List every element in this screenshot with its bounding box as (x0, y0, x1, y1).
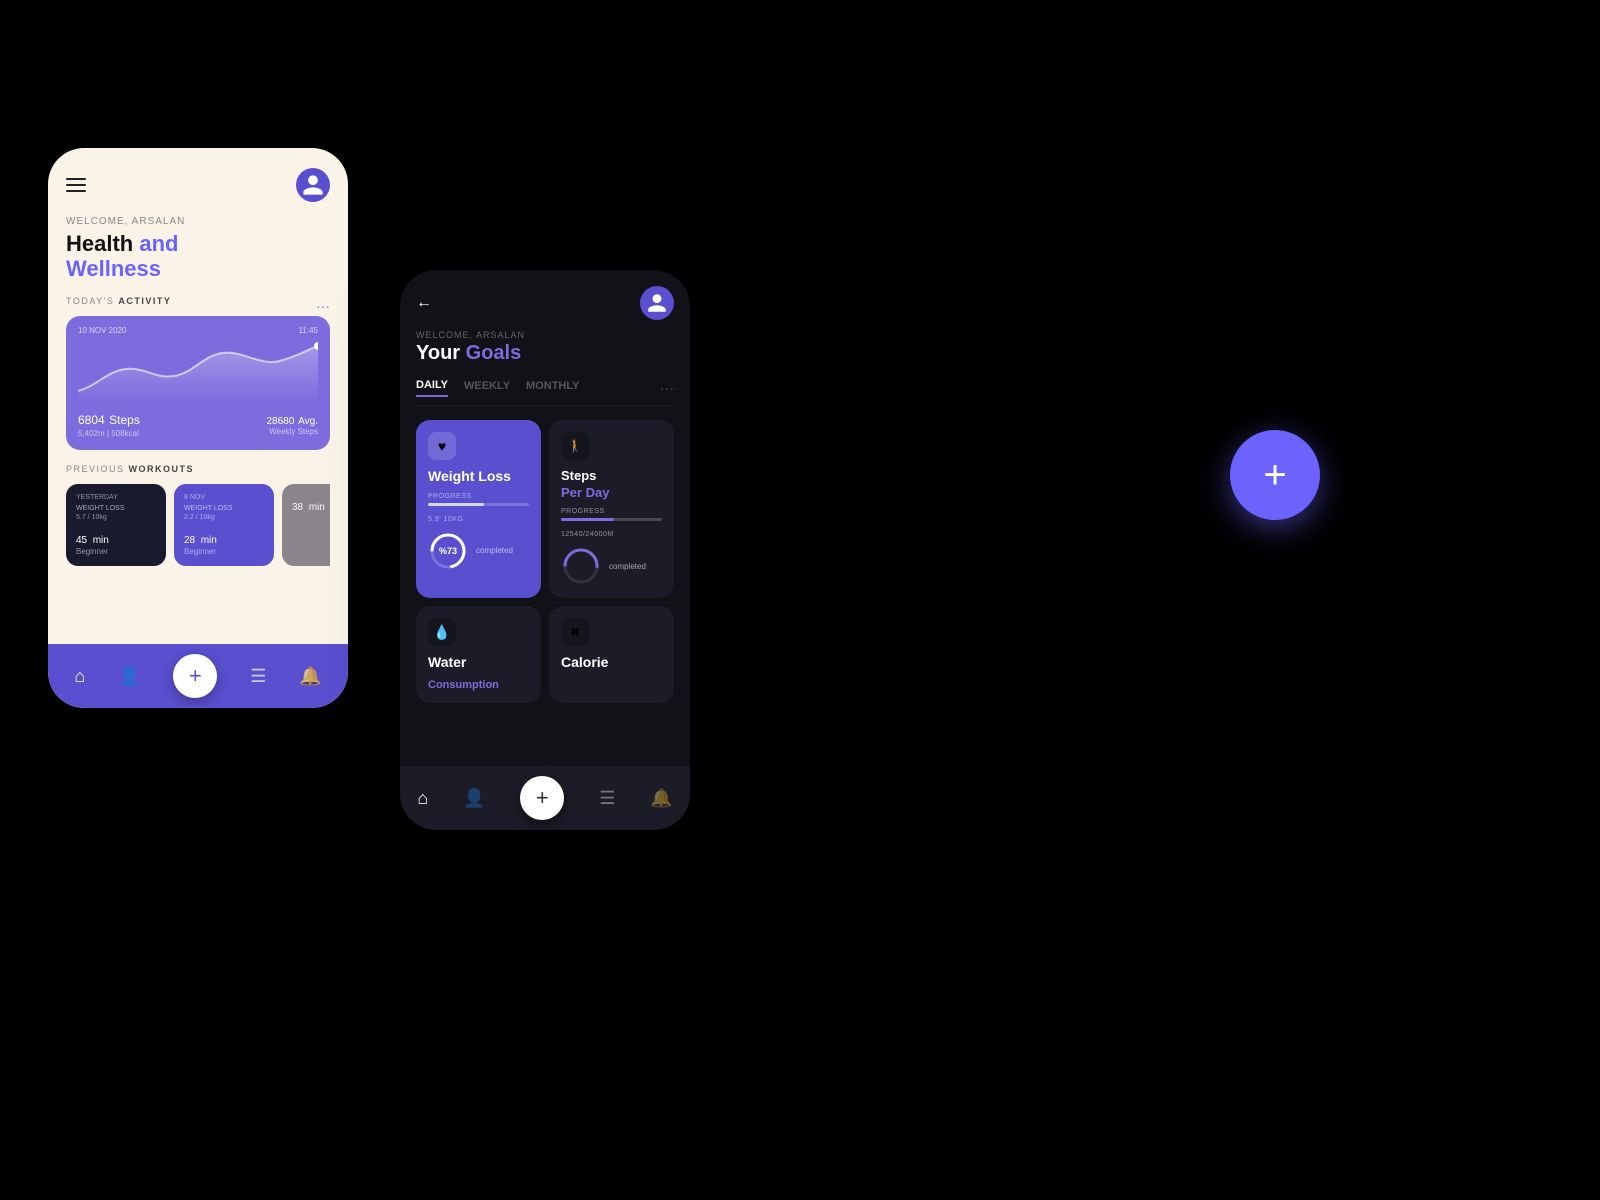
goal1-circle-container: %73 completed (428, 531, 529, 571)
workouts-label: PREVIOUS WORKOUTS (66, 464, 330, 474)
dark-headline: Your Goals (416, 342, 674, 365)
phone-light: WELCOME, ARSALAN Health and Wellness TOD… (48, 148, 348, 708)
steps-count: 6804 Steps (78, 411, 140, 429)
bottom-nav-light: ⌂ 👤 + ☰ 🔔 (48, 644, 348, 708)
goals-grid: ♥ Weight Loss PROGRESS 5,9' 10kg %73 com… (416, 420, 674, 703)
goal4-title: Calorie (561, 654, 662, 671)
goal-card-weight-loss[interactable]: ♥ Weight Loss PROGRESS 5,9' 10kg %73 com… (416, 420, 541, 598)
welcome-text: WELCOME, ARSALAN (66, 216, 330, 227)
activity-header: TODAY'S ACTIVITY ··· (66, 296, 330, 316)
goal3-title: Water (428, 654, 529, 671)
goal2-circle (561, 546, 601, 586)
dark-nav-home-icon[interactable]: ⌂ (417, 788, 428, 809)
workout-card-2[interactable]: 8 NOV WEIGHT LOSS 2.2 / 10kg 28 min Begi… (174, 484, 274, 566)
phone-dark: ← WELCOME, ARSALAN Your Goals DAILY WEEK… (400, 270, 690, 830)
workout-card-1[interactable]: YESTERDAY WEIGHT LOSS 5.7 / 10kg 45 min … (66, 484, 166, 566)
avg-count: 28680 Avg. (266, 411, 318, 427)
tab-daily[interactable]: DAILY (416, 379, 448, 397)
goal2-circle-container: completed (561, 546, 662, 586)
chart-area (78, 341, 318, 401)
back-arrow-icon[interactable]: ← (416, 294, 432, 312)
activity-dots-menu[interactable]: ··· (316, 298, 330, 314)
dark-welcome: WELCOME, ARSALAN (416, 330, 674, 340)
goal-card-water[interactable]: 💧 Water Consumption (416, 606, 541, 703)
tab-monthly[interactable]: MONTHLY (526, 380, 579, 396)
activity-chart-card: 10 NOV 2020 11:45 6804 Steps (66, 316, 330, 450)
goal1-title: Weight Loss (428, 468, 529, 485)
dark-avatar[interactable] (640, 286, 674, 320)
goal-card-calorie[interactable]: ✖ Calorie (549, 606, 674, 703)
goal2-title: Steps (561, 468, 662, 483)
headline: Health and Wellness (66, 231, 330, 282)
nav-bell-icon[interactable]: 🔔 (299, 666, 321, 687)
avatar[interactable] (296, 168, 330, 202)
water-icon: 💧 (428, 618, 456, 646)
light-top-bar (66, 168, 330, 202)
tab-weekly[interactable]: WEEKLY (464, 380, 510, 396)
dark-bottom-nav: ⌂ 👤 + ☰ 🔔 (400, 766, 690, 830)
add-button-dark[interactable]: + (520, 776, 564, 820)
goal-card-steps[interactable]: 🚶 Steps Per Day PROGRESS 12540/24000m co… (549, 420, 674, 598)
dark-nav-person-icon[interactable]: 👤 (463, 788, 485, 809)
workout-card-3[interactable]: 38 min (282, 484, 330, 566)
workout-cards: YESTERDAY WEIGHT LOSS 5.7 / 10kg 45 min … (66, 484, 330, 566)
calorie-icon: ✖ (561, 618, 589, 646)
dark-nav-clipboard-icon[interactable]: ☰ (599, 788, 615, 809)
heart-icon: ♥ (428, 432, 456, 460)
chart-stats: 6804 Steps 5,402m | 508kcal 28680 Avg. W… (78, 411, 318, 438)
activity-label: TODAY'S ACTIVITY (66, 296, 171, 306)
add-button-light[interactable]: + (173, 654, 217, 698)
chart-meta: 10 NOV 2020 11:45 (78, 326, 318, 335)
walk-icon: 🚶 (561, 432, 589, 460)
nav-clipboard-icon[interactable]: ☰ (250, 666, 266, 687)
nav-person-icon[interactable]: 👤 (118, 666, 140, 687)
avg-sub: Weekly Steps (266, 427, 318, 436)
tabs: DAILY WEEKLY MONTHLY ··· (416, 379, 674, 406)
goal3-subtitle: Consumption (428, 679, 529, 691)
tab-dots-menu[interactable]: ··· (660, 380, 674, 396)
goal2-subtitle: Per Day (561, 485, 662, 500)
steps-sub: 5,402m | 508kcal (78, 429, 140, 438)
hamburger-menu[interactable] (66, 178, 86, 192)
goal1-circle: %73 (428, 531, 468, 571)
goal2-progress-fill (561, 518, 614, 521)
dark-nav-bell-icon[interactable]: 🔔 (650, 788, 672, 809)
nav-home-icon[interactable]: ⌂ (74, 666, 85, 687)
fab-add-button[interactable]: + (1230, 430, 1320, 520)
goal1-progress-bar (428, 503, 529, 506)
goal1-progress-fill (428, 503, 484, 506)
dark-top-bar: ← (416, 286, 674, 320)
goal2-progress-bar (561, 518, 662, 521)
